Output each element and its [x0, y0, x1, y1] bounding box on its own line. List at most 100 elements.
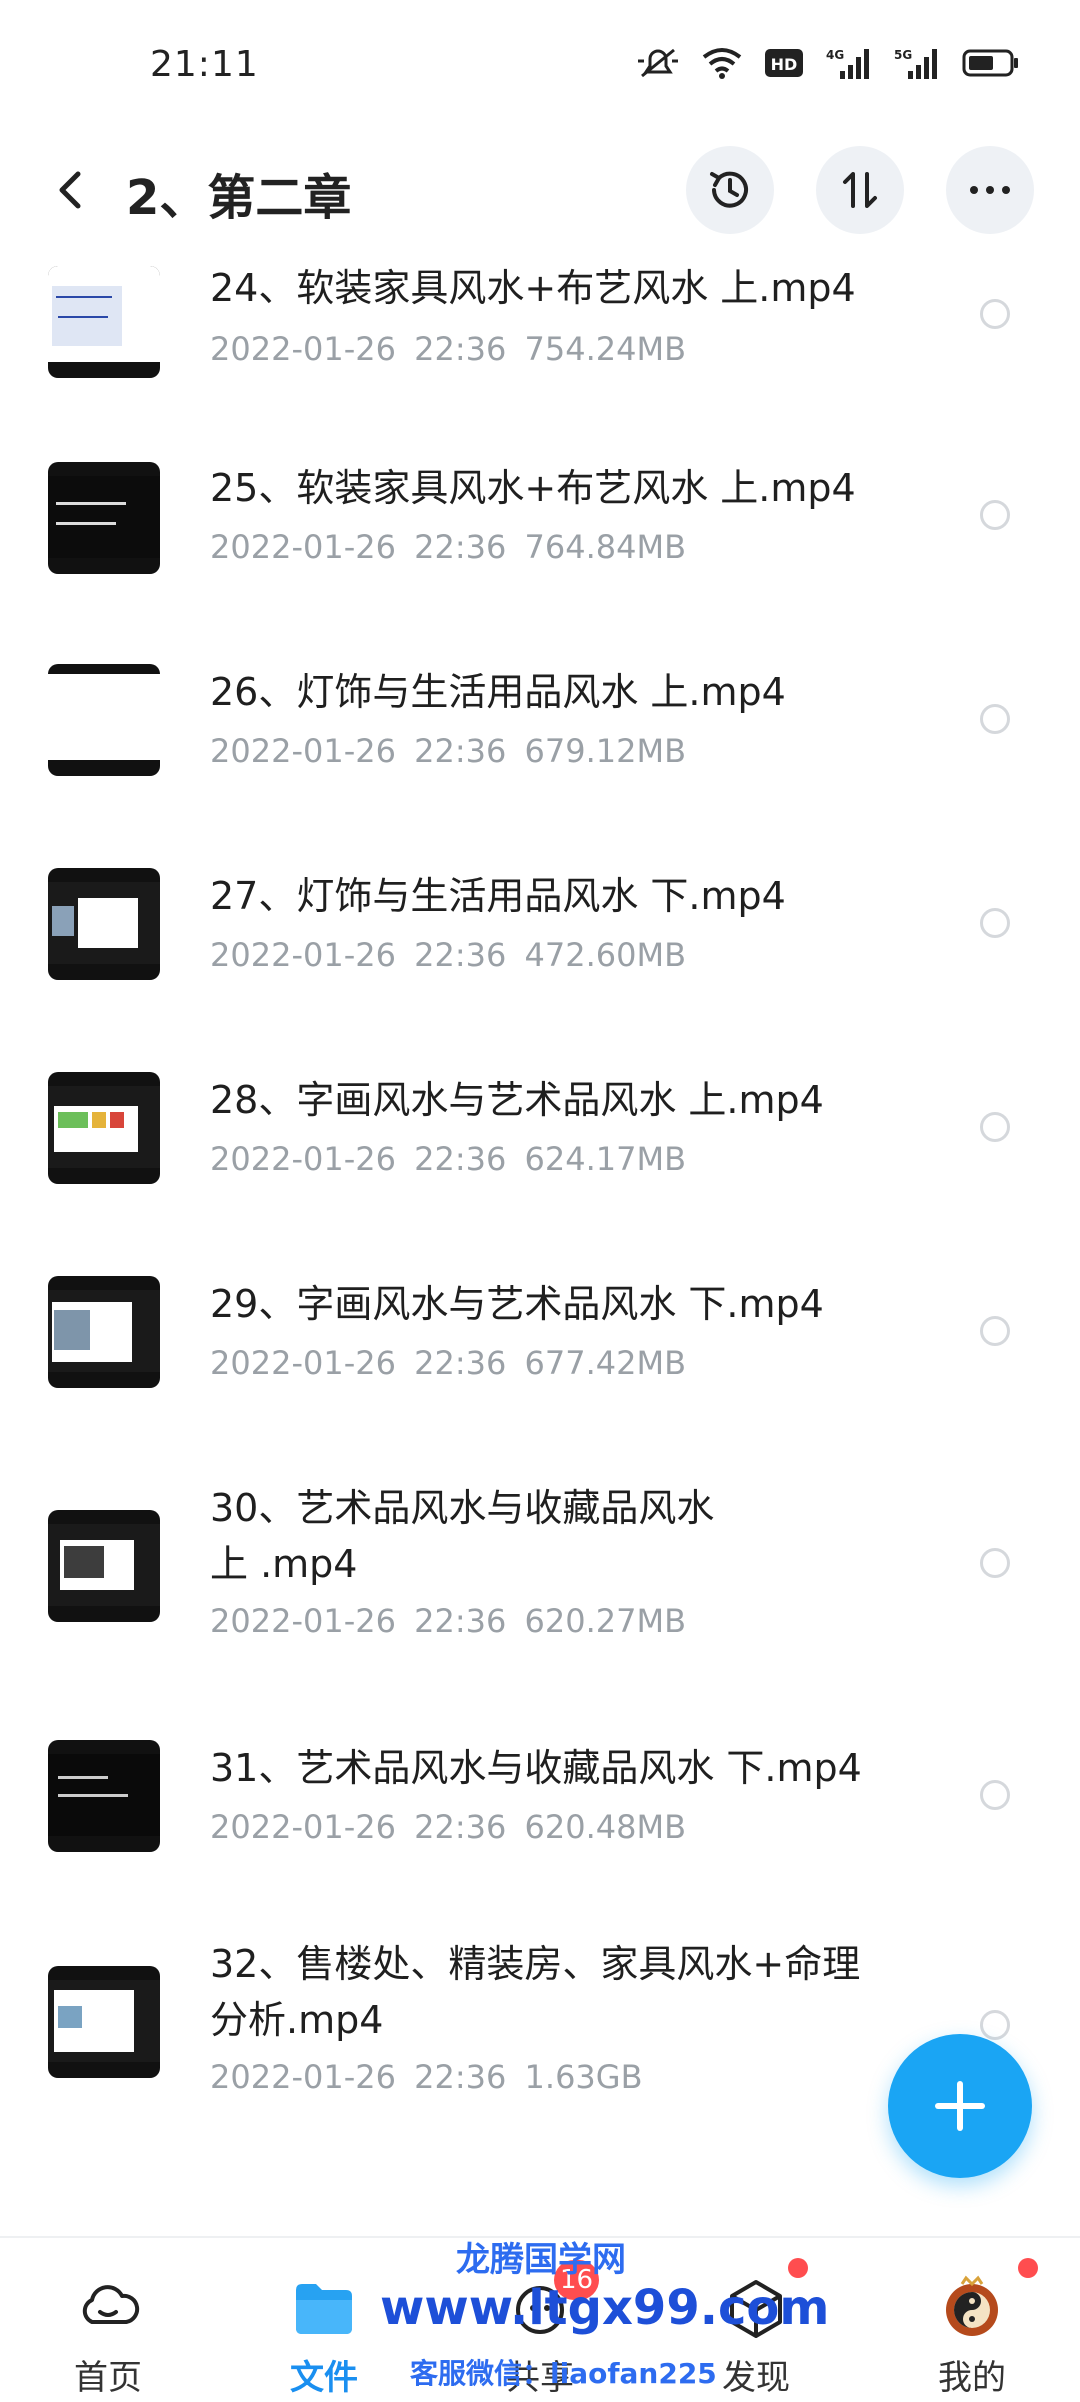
file-meta: 2022-01-26 22:36 620.48MB	[210, 1808, 686, 1846]
file-date: 2022-01-26 22:36	[210, 1140, 507, 1178]
hd-icon: HD	[765, 49, 803, 77]
nav-home[interactable]: 首页	[0, 2238, 216, 2402]
select-radio[interactable]	[980, 908, 1010, 938]
folder-icon	[296, 2284, 352, 2334]
file-date: 2022-01-26 22:36	[210, 732, 507, 770]
video-thumbnail	[48, 462, 160, 574]
file-meta: 2022-01-26 22:36 620.27MB	[210, 1602, 686, 1640]
file-size: 677.42MB	[524, 1344, 687, 1382]
header: 2、第二章	[0, 130, 1080, 250]
video-thumbnail	[48, 1966, 160, 2078]
select-radio[interactable]	[980, 1548, 1010, 1578]
add-button[interactable]	[888, 2034, 1032, 2178]
file-size: 764.84MB	[524, 528, 687, 566]
file-item[interactable]: 25、软装家具风水+布艺风水 上.mp4 2022-01-26 22:36 76…	[0, 450, 1080, 590]
file-name: 26、灯饰与生活用品风水 上.mp4	[210, 670, 786, 714]
page-title: 2、第二章	[126, 170, 352, 226]
status-bar: 21:11 HD 4G 5G	[0, 0, 1080, 130]
file-size: 620.48MB	[524, 1808, 687, 1846]
file-item[interactable]: 30、艺术品风水与收藏品风水 上 .mp4 2022-01-26 22:36 6…	[0, 1470, 1080, 1666]
history-icon	[710, 171, 748, 208]
file-date: 2022-01-26 22:36	[210, 1602, 507, 1640]
file-name: 25、软装家具风水+布艺风水 上.mp4	[210, 466, 856, 510]
select-radio[interactable]	[980, 704, 1010, 734]
video-thumbnail	[48, 1510, 160, 1622]
avatar-icon	[946, 2275, 998, 2336]
plus-icon	[935, 2081, 985, 2131]
file-date: 2022-01-26 22:36	[210, 330, 507, 368]
select-radio[interactable]	[980, 500, 1010, 530]
watermark-title: 龙腾国学网	[456, 2240, 626, 2280]
video-thumbnail	[48, 868, 160, 980]
file-meta: 2022-01-26 22:36 754.24MB	[210, 330, 686, 368]
status-icons: HD 4G 5G	[636, 46, 1020, 80]
signal-5g-icon: 5G	[894, 48, 937, 79]
file-name: 31、艺术品风水与收藏品风水 下.mp4	[210, 1746, 862, 1790]
file-size: 472.60MB	[524, 936, 687, 974]
file-name: 24、软装家具风水+布艺风水 上.mp4	[210, 266, 856, 310]
file-item[interactable]: 29、字画风水与艺术品风水 下.mp4 2022-01-26 22:36 677…	[0, 1266, 1080, 1406]
file-item[interactable]: 28、字画风水与艺术品风水 上.mp4 2022-01-26 22:36 624…	[0, 1062, 1080, 1202]
video-thumbnail	[48, 664, 160, 776]
file-date: 2022-01-26 22:36	[210, 936, 507, 974]
sort-button[interactable]	[816, 146, 904, 234]
select-radio[interactable]	[980, 1316, 1010, 1346]
file-date: 2022-01-26 22:36	[210, 2058, 507, 2096]
wifi-icon	[702, 48, 742, 79]
file-meta: 2022-01-26 22:36 1.63GB	[210, 2058, 643, 2096]
file-size: 754.24MB	[524, 330, 687, 368]
file-size: 620.27MB	[524, 1602, 687, 1640]
file-name: 27、灯饰与生活用品风水 下.mp4	[210, 874, 786, 918]
file-size: 679.12MB	[524, 732, 687, 770]
battery-icon	[962, 49, 1018, 77]
file-item[interactable]: 27、灯饰与生活用品风水 下.mp4 2022-01-26 22:36 472.…	[0, 858, 1080, 998]
more-icon	[970, 186, 1010, 194]
file-date: 2022-01-26 22:36	[210, 1344, 507, 1382]
file-meta: 2022-01-26 22:36 679.12MB	[210, 732, 686, 770]
discover-red-dot	[788, 2258, 808, 2278]
back-button[interactable]	[44, 160, 100, 220]
video-thumbnail	[48, 266, 160, 378]
file-meta: 2022-01-26 22:36 624.17MB	[210, 1140, 686, 1178]
mine-red-dot	[1018, 2258, 1038, 2278]
file-item[interactable]: 26、灯饰与生活用品风水 上.mp4 2022-01-26 22:36 679.…	[0, 654, 1080, 794]
select-radio[interactable]	[980, 1112, 1010, 1142]
file-date: 2022-01-26 22:36	[210, 1808, 507, 1846]
file-name: 29、字画风水与艺术品风水 下.mp4	[210, 1282, 824, 1326]
mute-icon	[638, 48, 678, 78]
watermark-url: www.ltgx99.com	[380, 2280, 830, 2336]
file-meta: 2022-01-26 22:36 472.60MB	[210, 936, 686, 974]
video-thumbnail	[48, 1740, 160, 1852]
file-name: 30、艺术品风水与收藏品风水 上 .mp4	[210, 1486, 715, 1586]
video-thumbnail	[48, 1276, 160, 1388]
file-name: 32、售楼处、精装房、家具风水+命理 分析.mp4	[210, 1942, 861, 2042]
file-item[interactable]: 24、软装家具风水+布艺风水 上.mp4 2022-01-26 22:36 75…	[0, 250, 1080, 390]
file-name: 28、字画风水与艺术品风水 上.mp4	[210, 1078, 824, 1122]
nav-label: 文件	[290, 2358, 358, 2398]
history-button[interactable]	[686, 146, 774, 234]
nav-mine[interactable]: 我的	[864, 2238, 1080, 2402]
svg-text:4G: 4G	[826, 48, 844, 62]
file-size: 1.63GB	[524, 2058, 643, 2096]
nav-label: 首页	[74, 2358, 142, 2398]
signal-4g-icon: 4G	[826, 48, 869, 79]
sort-icon	[843, 172, 877, 208]
select-radio[interactable]	[980, 1780, 1010, 1810]
watermark-contact: 客服微信：liaofan225	[410, 2357, 717, 2390]
svg-text:HD: HD	[771, 55, 798, 74]
file-size: 624.17MB	[524, 1140, 687, 1178]
svg-text:5G: 5G	[894, 48, 912, 62]
status-time: 21:11	[150, 44, 259, 85]
select-radio[interactable]	[980, 299, 1010, 329]
file-item[interactable]: 31、艺术品风水与收藏品风水 下.mp4 2022-01-26 22:36 62…	[0, 1730, 1080, 1870]
cloud-icon	[82, 2285, 140, 2324]
video-thumbnail	[48, 1072, 160, 1184]
file-list: 24、软装家具风水+布艺风水 上.mp4 2022-01-26 22:36 75…	[0, 250, 1080, 2230]
file-date: 2022-01-26 22:36	[210, 528, 507, 566]
more-button[interactable]	[946, 146, 1034, 234]
file-meta: 2022-01-26 22:36 764.84MB	[210, 528, 686, 566]
nav-label: 我的	[938, 2358, 1006, 2398]
select-radio[interactable]	[980, 2010, 1010, 2040]
file-meta: 2022-01-26 22:36 677.42MB	[210, 1344, 686, 1382]
chevron-left-icon	[59, 171, 81, 209]
